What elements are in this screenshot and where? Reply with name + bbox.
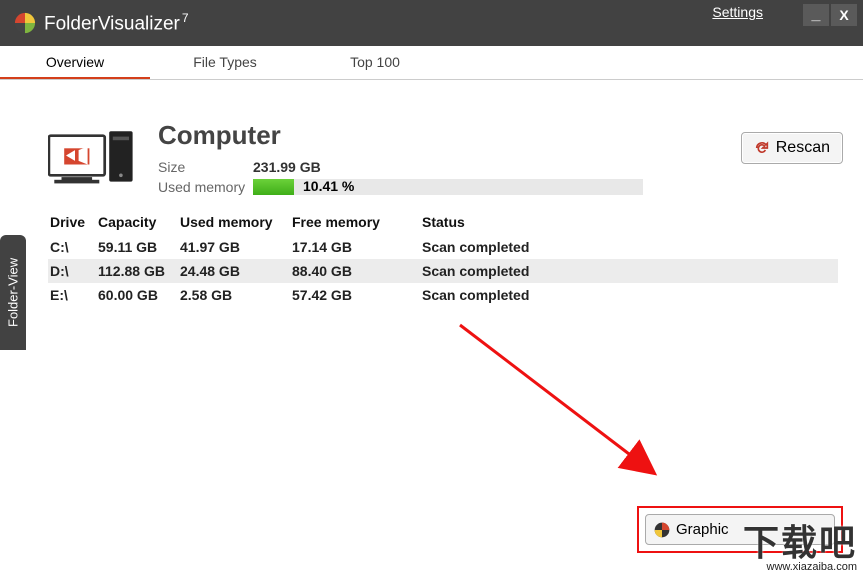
- close-button[interactable]: X: [831, 4, 857, 26]
- folder-view-tab[interactable]: Folder-View: [0, 235, 26, 350]
- tab-overview[interactable]: Overview: [0, 46, 150, 79]
- cell-used: 2.58 GB: [180, 287, 292, 303]
- col-status: Status: [422, 214, 836, 230]
- drive-table-body: C:\59.11 GB41.97 GB17.14 GBScan complete…: [48, 235, 838, 307]
- cell-used: 41.97 GB: [180, 239, 292, 255]
- cell-free: 17.14 GB: [292, 239, 422, 255]
- cell-status: Scan completed: [422, 263, 836, 279]
- used-memory-bar: 10.41 %: [253, 179, 643, 195]
- cell-status: Scan completed: [422, 239, 836, 255]
- tab-top100[interactable]: Top 100: [300, 46, 450, 79]
- tab-bar: Overview File Types Top 100: [0, 46, 863, 80]
- main-panel: Computer Size 231.99 GB Used memory 10.4…: [48, 120, 838, 548]
- page-title: Computer: [158, 120, 838, 151]
- pie-icon: [654, 522, 670, 538]
- graphic-label: Graphic: [676, 521, 729, 538]
- table-row[interactable]: D:\112.88 GB24.48 GB88.40 GBScan complet…: [48, 259, 838, 283]
- size-value: 231.99 GB: [253, 159, 321, 175]
- cell-drive: E:\: [50, 287, 98, 303]
- minimize-button[interactable]: _: [803, 4, 829, 26]
- size-label: Size: [158, 159, 253, 175]
- tab-filetypes[interactable]: File Types: [150, 46, 300, 79]
- used-memory-percent: 10.41 %: [303, 178, 354, 194]
- col-capacity: Capacity: [98, 214, 180, 230]
- refresh-icon: [754, 140, 770, 156]
- col-drive: Drive: [50, 214, 98, 230]
- table-row[interactable]: C:\59.11 GB41.97 GB17.14 GBScan complete…: [48, 235, 838, 259]
- app-logo-icon: [14, 12, 36, 34]
- cell-capacity: 112.88 GB: [98, 263, 180, 279]
- computer-icon: [48, 130, 138, 190]
- used-memory-label: Used memory: [158, 179, 253, 195]
- drive-table-header: Drive Capacity Used memory Free memory S…: [48, 209, 838, 235]
- cell-capacity: 60.00 GB: [98, 287, 180, 303]
- cell-drive: C:\: [50, 239, 98, 255]
- table-row[interactable]: E:\60.00 GB2.58 GB57.42 GBScan completed: [48, 283, 838, 307]
- cell-free: 88.40 GB: [292, 263, 422, 279]
- cell-status: Scan completed: [422, 287, 836, 303]
- watermark: 下载吧 www.xiazaiba.com: [743, 525, 857, 573]
- cell-capacity: 59.11 GB: [98, 239, 180, 255]
- cell-drive: D:\: [50, 263, 98, 279]
- app-title: FolderVisualizer7: [44, 11, 189, 35]
- titlebar: FolderVisualizer7 Settings _ X: [0, 0, 863, 46]
- cell-free: 57.42 GB: [292, 287, 422, 303]
- rescan-label: Rescan: [776, 139, 830, 157]
- settings-link[interactable]: Settings: [712, 4, 763, 20]
- cell-used: 24.48 GB: [180, 263, 292, 279]
- col-free: Free memory: [292, 214, 422, 230]
- rescan-button[interactable]: Rescan: [741, 132, 843, 164]
- col-used: Used memory: [180, 214, 292, 230]
